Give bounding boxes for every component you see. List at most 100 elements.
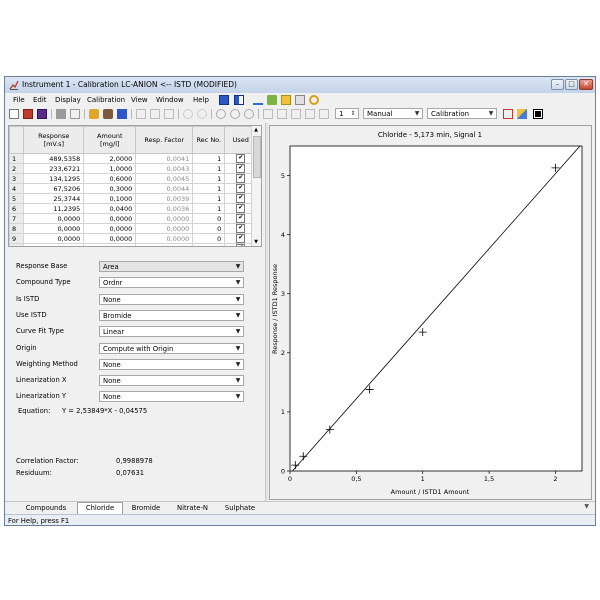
rec-no-cell[interactable]: 0 [192, 233, 226, 244]
menu-help[interactable]: Help [193, 96, 209, 104]
chevron-down-icon[interactable]: ▼ [234, 311, 242, 320]
property-dropdown[interactable]: None ▼ [99, 391, 244, 403]
used-checkbox[interactable]: ✔ [236, 244, 246, 246]
response-cell[interactable]: 233,6721 [23, 163, 85, 174]
used-checkbox[interactable]: ✔ [236, 174, 246, 183]
print-icon[interactable] [56, 109, 66, 119]
last-record-icon[interactable] [305, 109, 315, 119]
menu-display[interactable]: Display [55, 96, 81, 104]
chevron-down-icon[interactable]: ▼ [234, 295, 242, 304]
table-row[interactable]: 2 233,6721 1,0000 0,0043 1 ✔ [9, 163, 258, 174]
table-scrollbar[interactable]: ▲ ▼ [251, 126, 261, 246]
used-checkbox[interactable]: ✔ [236, 184, 246, 193]
table-row[interactable]: 5 25,3744 0,1000 0,0039 1 ✔ [9, 193, 258, 204]
amount-cell[interactable]: 0,0000 [83, 223, 137, 234]
copy-icon[interactable] [150, 109, 160, 119]
undo-icon[interactable] [183, 109, 193, 119]
menu-edit[interactable]: Edit [33, 96, 47, 104]
column-header-rec-no[interactable]: Rec No. [192, 126, 226, 154]
rec-no-cell[interactable]: 1 [192, 193, 226, 204]
resp-factor-cell[interactable]: 0,0041 [135, 153, 194, 164]
menu-view[interactable]: View [131, 96, 148, 104]
first-record-icon[interactable] [263, 109, 273, 119]
spinner-arrows-icon[interactable]: ⇕ [349, 110, 357, 118]
record-spinner[interactable]: 1 ⇕ [335, 108, 359, 119]
property-dropdown[interactable]: None ▼ [99, 375, 244, 387]
rec-no-cell[interactable]: 0 [192, 223, 226, 234]
resp-factor-cell[interactable]: 0,0043 [135, 163, 194, 174]
tab-nitrate-n[interactable]: Nitrate-N [170, 503, 215, 513]
table-row[interactable]: 100,00000,00000,00000✔ [9, 243, 258, 246]
resp-factor-cell[interactable]: 0,0000 [135, 213, 194, 224]
property-dropdown[interactable]: Bromide ▼ [99, 309, 244, 321]
save-icon[interactable] [37, 109, 47, 119]
amount-cell[interactable]: 0,1000 [83, 193, 137, 204]
folder-icon[interactable] [281, 95, 291, 105]
used-checkbox[interactable]: ✔ [236, 154, 246, 163]
amount-cell[interactable]: 0,3000 [83, 183, 137, 194]
response-cell[interactable]: 25,3744 [23, 193, 85, 204]
resp-factor-cell[interactable]: 0,0000 [135, 233, 194, 244]
recalibrate-icon[interactable] [103, 109, 113, 119]
amount-cell[interactable]: 0,0000 [83, 213, 137, 224]
table-row[interactable]: 3 134,1295 0,6000 0,0045 1 ✔ [9, 173, 258, 184]
table-row[interactable]: 7 0,0000 0,0000 0,0000 0 ✔ [9, 213, 258, 224]
table-row[interactable]: 9 0,0000 0,0000 0,0000 0 ✔ [9, 233, 258, 244]
chevron-down-icon[interactable]: ▼ [234, 392, 242, 401]
tab-sulphate[interactable]: Sulphate [218, 503, 262, 513]
amount-cell[interactable]: 2,0000 [83, 153, 137, 164]
property-dropdown[interactable]: Linear ▼ [99, 326, 244, 338]
table-row[interactable]: 8 0,0000 0,0000 0,0000 0 ✔ [9, 223, 258, 234]
chevron-down-icon[interactable]: ▼ [234, 344, 242, 353]
paste-icon[interactable] [164, 109, 174, 119]
amount-cell[interactable]: 0,6000 [83, 173, 137, 184]
menu-calibration[interactable]: Calibration [87, 96, 125, 104]
response-cell[interactable]: 67,5206 [23, 183, 85, 194]
scroll-thumb[interactable] [253, 136, 261, 178]
rec-no-cell[interactable]: 1 [192, 183, 226, 194]
black-box-icon[interactable] [533, 109, 543, 119]
response-cell[interactable]: 489,5358 [23, 153, 85, 164]
tab-bromide[interactable]: Bromide [125, 503, 167, 513]
delete-point-icon[interactable] [503, 109, 513, 119]
zoom-icon[interactable] [216, 109, 226, 119]
view-combo[interactable]: Calibration ▼ [427, 108, 497, 119]
used-checkbox[interactable]: ✔ [236, 204, 246, 213]
chevron-down-icon[interactable]: ▼ [413, 110, 421, 118]
used-checkbox[interactable]: ✔ [236, 214, 246, 223]
response-cell[interactable]: 134,1295 [23, 173, 85, 184]
scroll-up-icon[interactable]: ▲ [253, 127, 259, 133]
zoom-out-icon[interactable] [244, 109, 254, 119]
response-cell[interactable]: 0,0000 [23, 213, 85, 224]
tabs-dropdown-icon[interactable]: ▼ [584, 503, 589, 510]
scroll-down-icon[interactable]: ▼ [253, 239, 259, 245]
maximize-button[interactable]: □ [565, 79, 578, 90]
open-icon[interactable] [23, 109, 33, 119]
splitter[interactable] [265, 123, 268, 503]
menu-window[interactable]: Window [156, 96, 184, 104]
delete-icon[interactable] [70, 109, 80, 119]
redo-icon[interactable] [197, 109, 207, 119]
chevron-down-icon[interactable]: ▼ [234, 360, 242, 369]
resp-factor-cell[interactable]: 0,0036 [135, 203, 194, 214]
rec-no-cell[interactable]: 1 [192, 203, 226, 214]
tab-compounds[interactable]: Compounds [19, 503, 73, 513]
column-header-amount[interactable]: Amount [mg/l] [83, 126, 137, 154]
response-cell[interactable]: 0,0000 [23, 223, 85, 234]
resp-factor-cell[interactable]: 0,0000 [135, 223, 194, 234]
property-dropdown[interactable]: None ▼ [99, 293, 244, 305]
response-cell[interactable]: 0,0000 [23, 233, 85, 244]
chevron-down-icon[interactable]: ▼ [234, 376, 242, 385]
tab-chloride[interactable]: Chloride [77, 502, 123, 514]
response-cell[interactable]: 0,0000 [23, 243, 85, 246]
rec-no-cell[interactable]: 1 [192, 153, 226, 164]
close-button[interactable]: ✕ [579, 79, 593, 90]
rec-no-cell[interactable]: 1 [192, 163, 226, 174]
used-checkbox[interactable]: ✔ [236, 164, 246, 173]
property-dropdown[interactable]: None ▼ [99, 358, 244, 370]
move-record-icon[interactable] [319, 109, 329, 119]
rec-no-cell[interactable]: 0 [192, 243, 226, 246]
rec-no-cell[interactable]: 1 [192, 173, 226, 184]
amount-cell[interactable]: 1,0000 [83, 163, 137, 174]
previous-record-icon[interactable] [277, 109, 287, 119]
